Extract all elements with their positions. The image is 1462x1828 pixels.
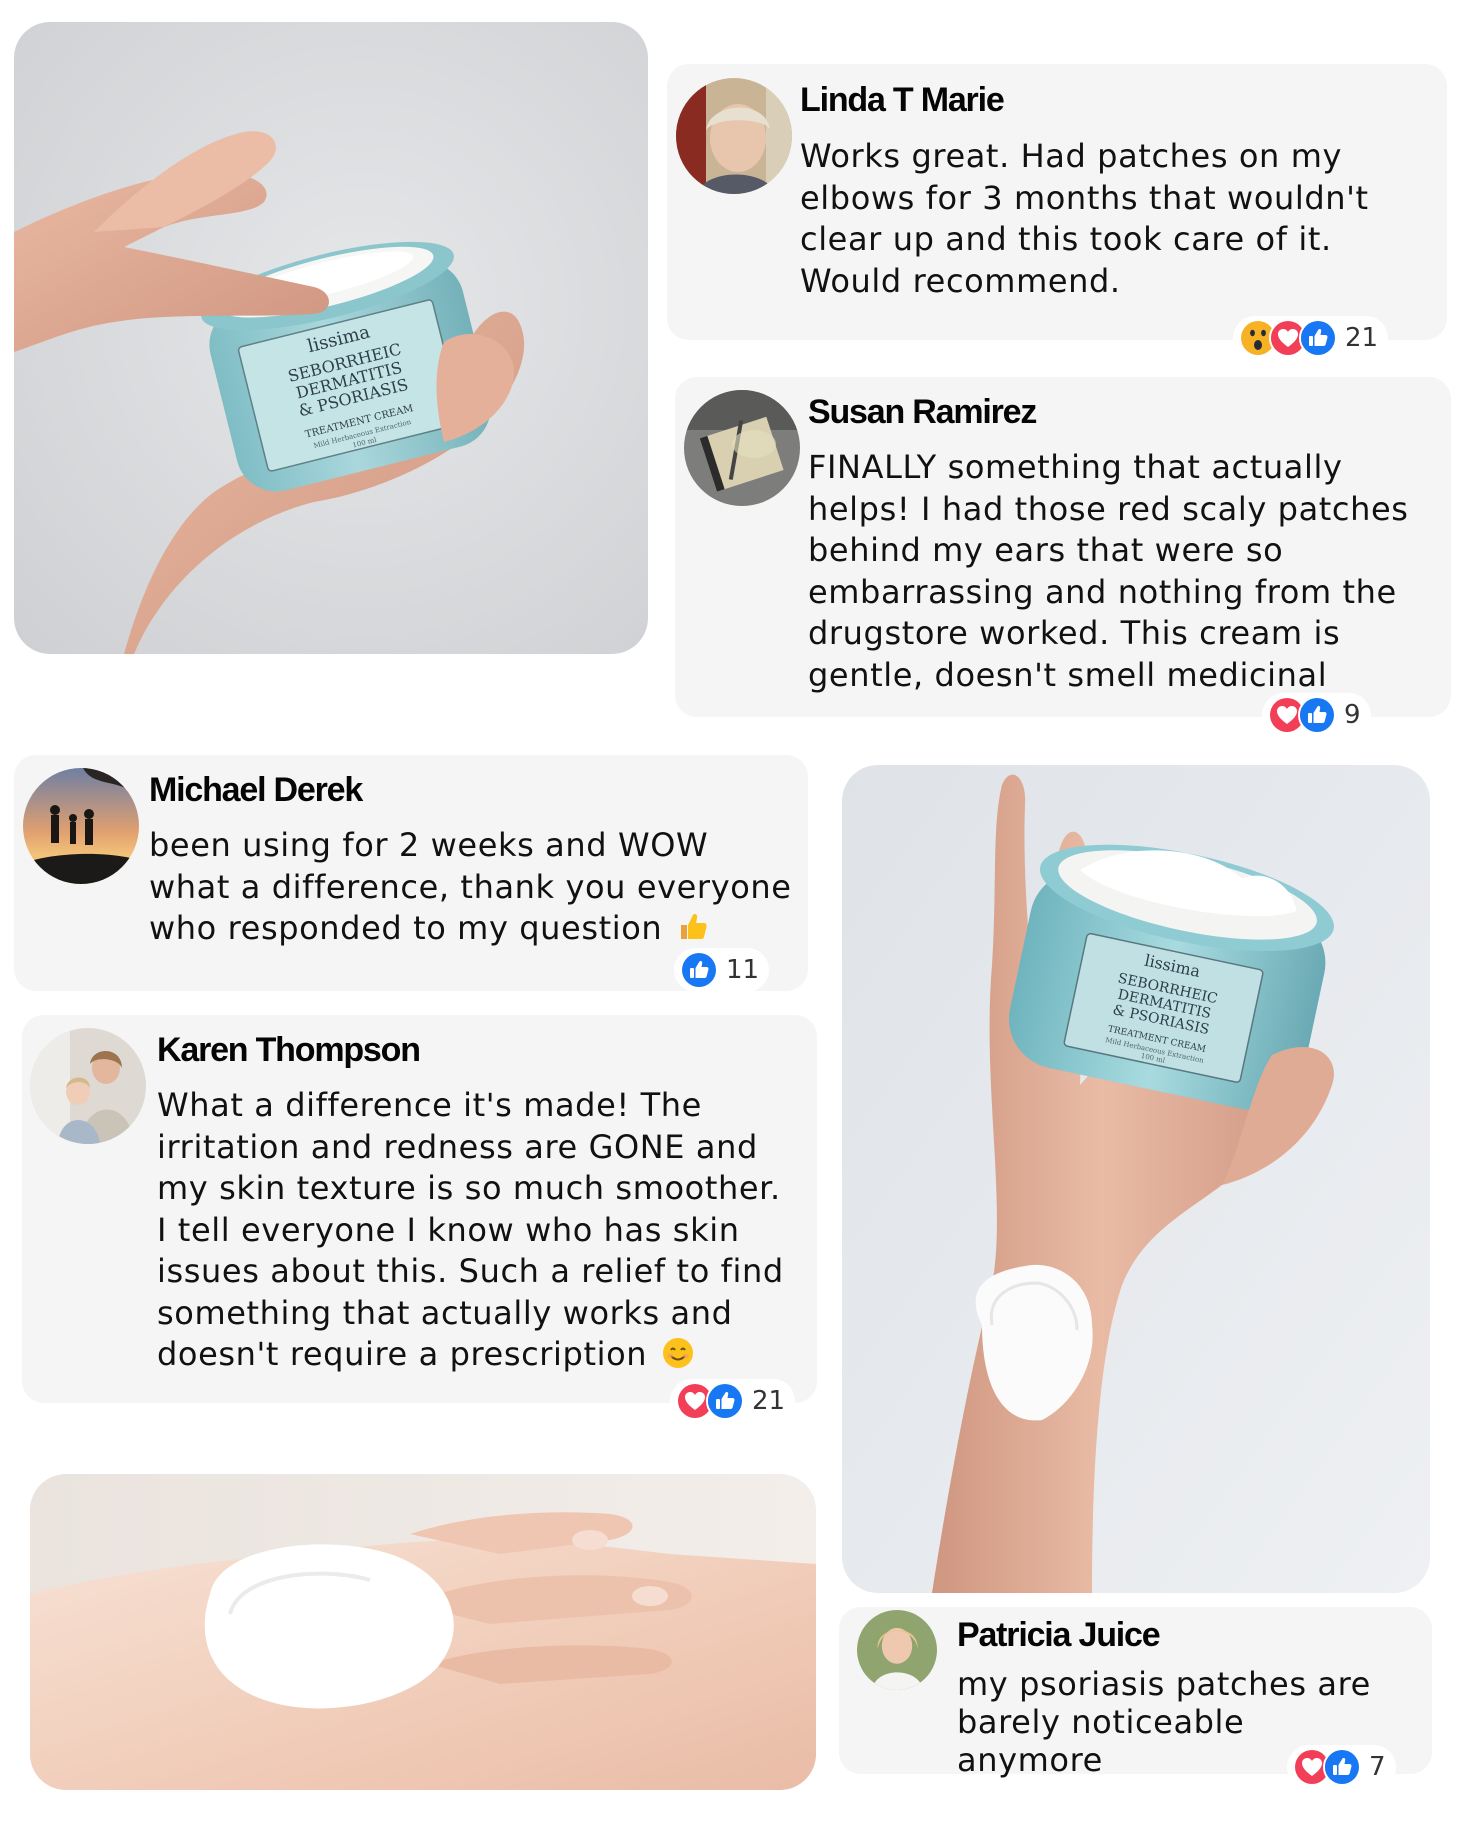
reaction-count: 21 — [752, 1386, 786, 1416]
like-reaction-icon — [680, 951, 718, 989]
avatar-karen[interactable] — [30, 1028, 146, 1144]
avatar-patricia[interactable] — [857, 1610, 937, 1690]
like-reaction-icon — [1323, 1748, 1361, 1786]
reaction-summary[interactable]: 11 — [674, 948, 770, 992]
reaction-count: 21 — [1345, 323, 1379, 353]
reaction-count: 9 — [1344, 700, 1361, 730]
like-reaction-icon — [1298, 696, 1336, 734]
review-text: What a difference it's made! The irritat… — [157, 1085, 797, 1380]
avatar-susan[interactable] — [684, 390, 800, 506]
reviewer-name[interactable]: Susan Ramirez — [808, 392, 1037, 432]
reaction-count: 7 — [1369, 1752, 1386, 1782]
review-text: been using for 2 weeks and WOW what a di… — [149, 825, 794, 954]
like-reaction-icon — [706, 1382, 744, 1420]
reviewer-name[interactable]: Michael Derek — [149, 770, 363, 810]
review-text: Works great. Had patches on my elbows fo… — [800, 137, 1369, 300]
reaction-summary[interactable]: 7 — [1287, 1745, 1396, 1789]
reaction-summary[interactable]: 9 — [1262, 693, 1371, 737]
product-photo-jar-in-hand: lissima SEBORRHEIC DERMATITIS & PSORIASI… — [14, 22, 648, 654]
reviewer-name[interactable]: Linda T Marie — [800, 80, 1005, 120]
smiling-face-emoji-icon — [662, 1337, 694, 1380]
like-reaction-icon — [1299, 319, 1337, 357]
product-photo-cream-on-skin — [30, 1474, 816, 1790]
review-text: FINALLY something that actually helps! I… — [808, 448, 1409, 694]
reaction-summary[interactable]: 21 — [1233, 316, 1389, 360]
review-text-body: What a difference it's made! The irritat… — [157, 1086, 784, 1373]
product-photo-hand-with-cream-swatch: lissima SEBORRHEIC DERMATITIS & PSORIASI… — [842, 765, 1430, 1593]
reaction-count: 11 — [726, 955, 760, 985]
reviewer-name[interactable]: Patricia Juice — [957, 1615, 1161, 1655]
reviewer-name[interactable]: Karen Thompson — [157, 1030, 421, 1070]
reaction-summary[interactable]: 21 — [670, 1379, 796, 1423]
avatar-michael[interactable] — [23, 768, 139, 884]
avatar-linda[interactable] — [676, 78, 792, 194]
